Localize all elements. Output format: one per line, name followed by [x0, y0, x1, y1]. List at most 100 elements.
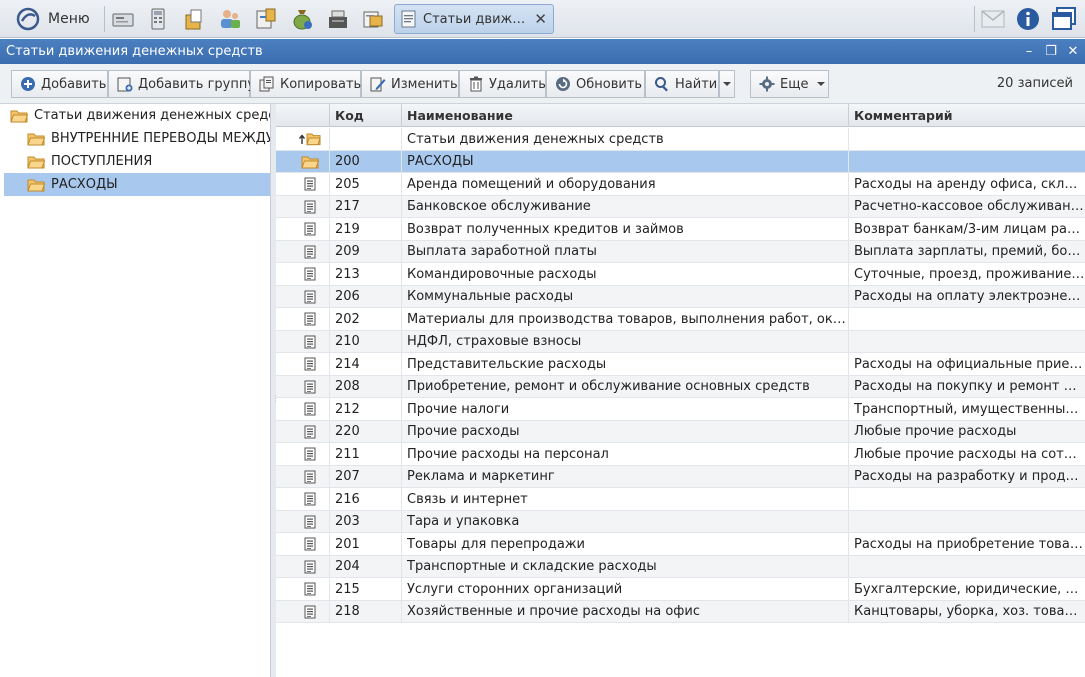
refresh-button-label: Обновить: [576, 76, 643, 92]
money-bag-icon: [293, 10, 312, 30]
table-row[interactable]: 216 Связь и интернет: [276, 488, 1085, 511]
table-row[interactable]: 209 Выплата заработной платы Выплата зарпл…: [276, 240, 1085, 263]
stamp-quick-button[interactable]: [251, 5, 281, 33]
row-type-cell: [276, 398, 330, 420]
row-type-cell: [276, 285, 330, 308]
document-icon: [401, 10, 416, 28]
comment-cell: Выплата зарплаты, премий, бону…: [849, 241, 1085, 263]
name-cell: Приобретение, ремонт и обслуживание осно…: [402, 375, 849, 398]
tab-close-icon[interactable]: ✕: [534, 10, 547, 28]
table-row[interactable]: 219 Возврат полученных кредитов и займов В…: [276, 218, 1085, 241]
column-header-icon[interactable]: [276, 104, 330, 127]
comment-cell: Расходы на оплату электроэнерг…: [849, 286, 1085, 308]
table-row[interactable]: 208 Приобретение, ремонт и обслуживание о…: [276, 375, 1085, 398]
name-text: Банковское обслуживание: [407, 199, 591, 214]
edit-button[interactable]: Изменить: [361, 70, 459, 98]
code-text: 219: [335, 221, 360, 237]
table-row[interactable]: 202 Материалы для производства товаров, в…: [276, 308, 1085, 331]
items-grid: Код Наименование Комментарий Статьи движ…: [276, 104, 1085, 677]
row-type-cell: [276, 465, 330, 488]
document-item-icon: [304, 222, 315, 236]
name-text: Связь и интернет: [407, 491, 528, 507]
cash-register-quick-button[interactable]: [323, 5, 353, 33]
documents-quick-button[interactable]: [179, 5, 209, 33]
table-row[interactable]: 206 Коммунальные расходы Расходы на оплату…: [276, 285, 1085, 308]
payments-quick-button[interactable]: [358, 5, 388, 33]
windows-button[interactable]: [1048, 4, 1080, 34]
table-row[interactable]: 210 НДФЛ, страховые взносы: [276, 330, 1085, 353]
records-count: 20 записей: [996, 76, 1073, 91]
app-logo-icon: [16, 7, 40, 31]
code-cell: 213: [330, 263, 402, 285]
copy-button[interactable]: Копировать: [250, 70, 361, 98]
comment-text: Канцтовары, уборка, хоз. товары,…: [854, 604, 1085, 619]
add-button[interactable]: Добавить: [11, 70, 108, 98]
document-item-icon: [304, 582, 315, 596]
table-row[interactable]: 201 Товары для перепродажи Расходы на прио…: [276, 533, 1085, 556]
table-row[interactable]: 211 Прочие расходы на персонал Любые прочи…: [276, 443, 1085, 466]
add-group-button[interactable]: Добавить группу: [108, 70, 255, 98]
table-row[interactable]: Статьи движения денежных средств: [276, 128, 1085, 151]
comment-text: Любые прочие расходы на сотр…: [854, 446, 1085, 462]
money-bag-quick-button[interactable]: [287, 5, 317, 33]
document-item-icon: [304, 425, 315, 438]
table-row[interactable]: 205 Аренда помещений и оборудования Расход…: [276, 173, 1085, 196]
table-row[interactable]: 218 Хозяйственные и прочие расходы на офи…: [276, 600, 1085, 623]
more-button-label: Еще: [780, 76, 809, 92]
main-menu-button[interactable]: Меню: [8, 4, 100, 34]
calculator-quick-button[interactable]: [143, 5, 173, 33]
comment-text: Расходы на разработку и продви…: [854, 469, 1085, 484]
more-button[interactable]: Еще: [750, 70, 829, 98]
code-cell: 216: [330, 488, 402, 510]
table-row[interactable]: 204 Транспортные и складские расходы: [276, 555, 1085, 578]
tab-cash-flow-items[interactable]: Статьи движения денежных средств ✕: [394, 4, 554, 34]
code-text: 218: [335, 604, 360, 619]
table-row[interactable]: 220 Прочие расходы Любые прочие расходы: [276, 420, 1085, 443]
name-cell: Прочие расходы на персонал: [402, 443, 849, 465]
info-icon: [1017, 8, 1039, 30]
edit-icon: [370, 77, 386, 92]
table-row[interactable]: 217 Банковское обслуживание Расчетно-кассо…: [276, 195, 1085, 218]
column-header-name[interactable]: Наименование: [402, 104, 849, 127]
find-button[interactable]: Найти: [645, 70, 719, 98]
column-header-code[interactable]: Код: [330, 104, 402, 127]
tree-node-income[interactable]: ПОСТУПЛЕНИЯ: [4, 150, 270, 173]
name-cell: Связь и интернет: [402, 488, 849, 510]
users-quick-button[interactable]: [215, 5, 245, 33]
tree-node-label: РАСХОДЫ: [51, 177, 118, 192]
comment-cell: [849, 556, 1085, 578]
table-row[interactable]: 200 РАСХОДЫ: [276, 150, 1085, 173]
row-type-cell: [276, 353, 330, 375]
refresh-button[interactable]: Обновить: [546, 70, 645, 98]
name-cell: Аренда помещений и оборудования: [402, 173, 849, 195]
table-row[interactable]: 215 Услуги сторонних организаций Бухгалтер…: [276, 578, 1085, 601]
find-dropdown-button[interactable]: [719, 70, 735, 98]
name-cell: Прочие расходы: [402, 420, 849, 443]
documents-icon: [185, 9, 202, 30]
toolbar-separator: [104, 6, 105, 32]
table-row[interactable]: 207 Реклама и маркетинг Расходы на разрабо…: [276, 465, 1085, 488]
row-type-cell: [276, 375, 330, 398]
payments-icon: [363, 11, 383, 28]
table-row[interactable]: 213 Командировочные расходы Суточные, прое…: [276, 263, 1085, 286]
table-row[interactable]: 212 Прочие налоги Транспортный, имуществен…: [276, 398, 1085, 421]
name-text: Прочие расходы: [407, 424, 520, 439]
column-header-comment[interactable]: Комментарий: [849, 104, 1085, 127]
tree-node-expenses[interactable]: РАСХОДЫ: [4, 173, 270, 196]
minimize-button[interactable]: –: [1021, 42, 1037, 60]
name-cell: РАСХОДЫ: [402, 150, 849, 173]
checkbook-quick-button[interactable]: [108, 5, 138, 33]
tree-node-internal-transfers[interactable]: ВНУТРЕННИЕ ПЕРЕВОДЫ МЕЖДУ СЧ: [4, 127, 270, 150]
messages-button[interactable]: [977, 4, 1009, 34]
info-button[interactable]: [1012, 4, 1044, 34]
name-text: Приобретение, ремонт и обслуживание осно…: [407, 379, 810, 394]
restore-button[interactable]: ❐: [1043, 42, 1059, 60]
table-row[interactable]: 203 Тара и упаковка: [276, 510, 1085, 533]
delete-button[interactable]: Удалить: [459, 70, 546, 98]
tree-root-node[interactable]: Статьи движения денежных средств: [4, 104, 270, 127]
table-row[interactable]: 214 Представительские расходы Расходы на о…: [276, 353, 1085, 376]
document-item-icon: [304, 492, 315, 506]
comment-cell: Расходы на разработку и продви…: [849, 466, 1085, 488]
document-item-icon: [304, 380, 315, 393]
close-window-button[interactable]: ✕: [1065, 42, 1081, 60]
